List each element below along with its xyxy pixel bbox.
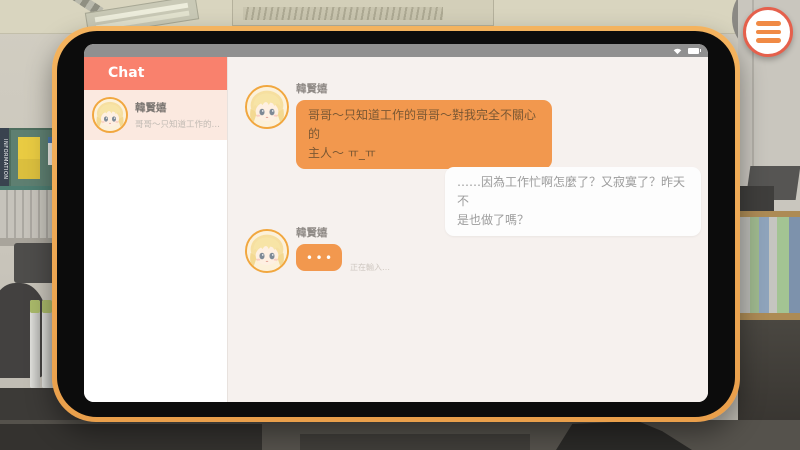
contact-item[interactable]: 韓賢嬉 哥哥～只知道工作的… — [84, 90, 227, 140]
office-chair — [0, 283, 48, 378]
air-conditioner — [232, 0, 494, 26]
water-jug — [42, 300, 52, 388]
ac-vent-slats — [243, 7, 443, 20]
message-sender: 韓賢嬉 — [296, 81, 328, 96]
contact-info: 韓賢嬉 哥哥～只知道工作的… — [135, 100, 220, 130]
sidebar-title: Chat — [84, 57, 227, 90]
tablet-screen: Chat 韓賢嬉 哥哥～只知道工作的… — [84, 44, 708, 402]
typing-dots-icon: ••• — [303, 252, 334, 264]
hamburger-bar — [756, 21, 781, 26]
game-screen: INFORMATION — [0, 0, 800, 450]
book — [777, 217, 789, 313]
character-avatar — [245, 229, 289, 273]
hamburger-bar — [756, 30, 781, 35]
message-line: ……因為工作忙啊怎麼了？又寂寞了？昨天不 — [457, 173, 689, 211]
status-bar — [84, 44, 708, 57]
book — [750, 217, 759, 313]
contact-avatar — [92, 97, 128, 133]
contact-preview: 哥哥～只知道工作的… — [135, 118, 220, 130]
incoming-message-bubble: 哥哥～只知道工作的哥哥～對我完全不關心的 主人～ ㅠ_ㅠ — [296, 100, 552, 169]
book — [740, 217, 750, 313]
battery-icon — [688, 48, 699, 54]
conversation-area: 韓賢嬉 哥哥～只知道工作的哥哥～對我完全不關心的 主人～ ㅠ_ㅠ ……因為工作忙… — [228, 57, 708, 402]
message-sender: 韓賢嬉 — [296, 225, 328, 240]
bookshelf-books — [740, 217, 800, 313]
message-line: 哥哥～只知道工作的哥哥～對我完全不關心的 — [308, 106, 540, 144]
tablet-bezel: Chat 韓賢嬉 哥哥～只知道工作的… — [57, 31, 735, 417]
message-line: 主人～ ㅠ_ㅠ — [308, 144, 540, 163]
storage-box — [740, 186, 774, 212]
typing-status-text: 正在輸入… — [350, 262, 390, 273]
hamburger-icon — [756, 21, 781, 43]
hamburger-bar — [756, 38, 781, 43]
water-jug — [30, 300, 40, 388]
book — [769, 217, 777, 313]
chat-sidebar: Chat 韓賢嬉 哥哥～只知道工作的… — [84, 57, 228, 402]
outgoing-message-bubble: ……因為工作忙啊怎麼了？又寂寞了？昨天不 是也做了嗎？ — [445, 167, 701, 236]
information-sign: INFORMATION — [0, 128, 9, 190]
contact-name: 韓賢嬉 — [135, 100, 220, 115]
menu-button[interactable] — [743, 7, 793, 57]
bookshelf-edge — [738, 313, 800, 320]
character-avatar — [245, 85, 289, 129]
desk-silhouette — [300, 434, 530, 450]
message-line: 是也做了嗎？ — [457, 211, 689, 230]
yellow-poster — [18, 137, 40, 179]
chat-app: Chat 韓賢嬉 哥哥～只知道工作的… — [84, 57, 708, 402]
typing-indicator-bubble: ••• — [296, 244, 342, 271]
wifi-icon — [673, 47, 682, 55]
book — [789, 217, 800, 313]
desk-silhouette — [0, 424, 262, 450]
book — [759, 217, 769, 313]
tablet-device: Chat 韓賢嬉 哥哥～只知道工作的… — [52, 26, 740, 422]
